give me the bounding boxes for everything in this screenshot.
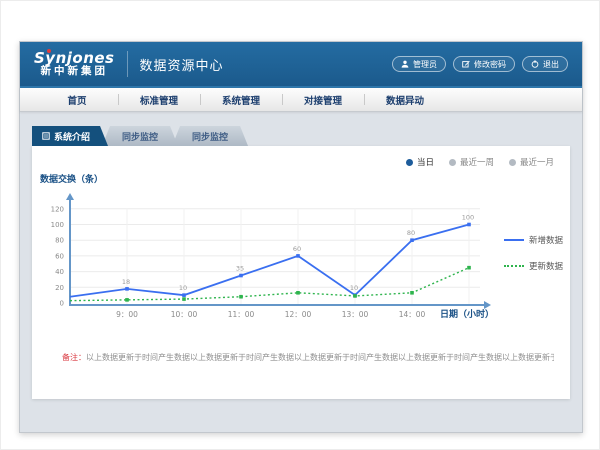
- legend-line-sample: [504, 239, 524, 241]
- user-menu-label: 修改密码: [474, 59, 506, 70]
- chart-legend: 新增数据更新数据: [504, 234, 563, 272]
- doc-icon: [42, 132, 50, 140]
- user-menu: 管理员 修改密码 退出: [392, 56, 568, 72]
- footnote: 备注：以上数据更新于时间产生数据以上数据更新于时间产生数据以上数据更新于时间产生…: [62, 352, 554, 363]
- user-menu-admin-button[interactable]: 管理员: [392, 56, 446, 72]
- tab-label: 同步监控: [122, 130, 158, 143]
- svg-text:60: 60: [293, 245, 301, 253]
- footnote-text: 以上数据更新于时间产生数据以上数据更新于时间产生数据以上数据更新于时间产生数据以…: [86, 353, 554, 362]
- svg-text:10: 10: [350, 284, 358, 292]
- user-icon: [401, 60, 409, 68]
- user-menu-change-password-button[interactable]: 修改密码: [453, 56, 515, 72]
- nav-item-standard-mgmt[interactable]: 标准管理: [118, 88, 200, 111]
- svg-text:18: 18: [122, 278, 130, 286]
- tab-label: 系统介绍: [54, 130, 90, 143]
- radio-label: 当日: [417, 156, 434, 168]
- page-title: 数据资源中心: [140, 55, 224, 74]
- svg-text:40: 40: [55, 268, 64, 276]
- legend-item-updated-data: 更新数据: [504, 260, 563, 272]
- svg-text:80: 80: [407, 229, 415, 237]
- app-header: Synjones 新中新集团 数据资源中心 管理员 修改密码 退出: [20, 42, 582, 88]
- nav-item-home[interactable]: 首页: [36, 88, 118, 111]
- nav-item-data-change[interactable]: 数据异动: [364, 88, 446, 111]
- radio-last-month[interactable]: 最近一月: [509, 156, 554, 168]
- user-menu-logout-button[interactable]: 退出: [522, 56, 568, 72]
- screenshot-canvas: Synjones 新中新集团 数据资源中心 管理员修改密码退出 首页标准管理系统…: [0, 0, 600, 450]
- logo-wordmark: Synjones: [34, 50, 115, 67]
- nav-item-integration-mgmt[interactable]: 对接管理: [282, 88, 364, 111]
- app-window: Synjones 新中新集团 数据资源中心 管理员修改密码退出 首页标准管理系统…: [19, 41, 583, 433]
- radio-label: 最近一月: [520, 156, 554, 168]
- radio-dot-icon: [406, 159, 413, 166]
- svg-text:10：00: 10：00: [171, 310, 198, 319]
- content-area: 系统介绍 同步监控 同步监控 当日 最近一周 最近一月 数据交换（条） 0 20 40 60 8…: [20, 112, 582, 431]
- svg-text:14：00: 14：00: [399, 310, 426, 319]
- nav-item-system-mgmt[interactable]: 系统管理: [200, 88, 282, 111]
- chart-panel: 当日 最近一周 最近一月 数据交换（条） 0 20 40 60 80 100 120 9：00 10…: [32, 146, 570, 399]
- legend-label: 更新数据: [529, 260, 563, 272]
- tab-sync-monitor-1[interactable]: 同步监控: [102, 126, 178, 146]
- svg-text:100: 100: [51, 221, 64, 229]
- footnote-prefix: 备注：: [62, 353, 86, 362]
- tab-sync-monitor-2[interactable]: 同步监控: [172, 126, 248, 146]
- line-chart: 0 20 40 60 80 100 120 9：00 10：00 11：00 12：00 13：00 1…: [32, 190, 572, 325]
- tab-label: 同步监控: [192, 130, 228, 143]
- logo-company-name: 新中新集团: [34, 66, 115, 78]
- svg-text:10: 10: [179, 284, 187, 292]
- svg-text:9：00: 9：00: [116, 310, 138, 319]
- tab-bar: 系统介绍 同步监控 同步监控: [32, 126, 582, 146]
- y-axis-title: 数据交换（条）: [40, 172, 103, 185]
- edit-icon: [462, 60, 470, 68]
- power-icon: [531, 60, 539, 68]
- radio-dot-icon: [509, 159, 516, 166]
- svg-text:35: 35: [236, 265, 244, 273]
- main-nav: 首页标准管理系统管理对接管理数据异动: [20, 88, 582, 112]
- user-menu-label: 退出: [543, 59, 559, 70]
- svg-text:20: 20: [55, 284, 64, 292]
- logo: Synjones 新中新集团: [34, 50, 115, 78]
- svg-text:100: 100: [462, 214, 474, 222]
- tab-system-intro[interactable]: 系统介绍: [32, 126, 108, 146]
- svg-text:11：00: 11：00: [228, 310, 255, 319]
- svg-text:80: 80: [55, 237, 64, 245]
- user-menu-label: 管理员: [413, 59, 437, 70]
- radio-last-week[interactable]: 最近一周: [449, 156, 494, 168]
- svg-text:60: 60: [55, 252, 64, 260]
- radio-dot-icon: [449, 159, 456, 166]
- legend-item-new-data: 新增数据: [504, 234, 563, 246]
- legend-line-sample: [504, 265, 524, 267]
- svg-text:12：00: 12：00: [285, 310, 312, 319]
- svg-text:13：00: 13：00: [342, 310, 369, 319]
- radio-label: 最近一周: [460, 156, 494, 168]
- svg-text:120: 120: [51, 205, 64, 213]
- svg-text:0: 0: [60, 300, 64, 308]
- radio-today[interactable]: 当日: [406, 156, 434, 168]
- legend-label: 新增数据: [529, 234, 563, 246]
- time-range-filter: 当日 最近一周 最近一月: [406, 156, 554, 168]
- x-axis-title: 日期（小时）: [440, 307, 494, 320]
- header-divider: [127, 51, 128, 77]
